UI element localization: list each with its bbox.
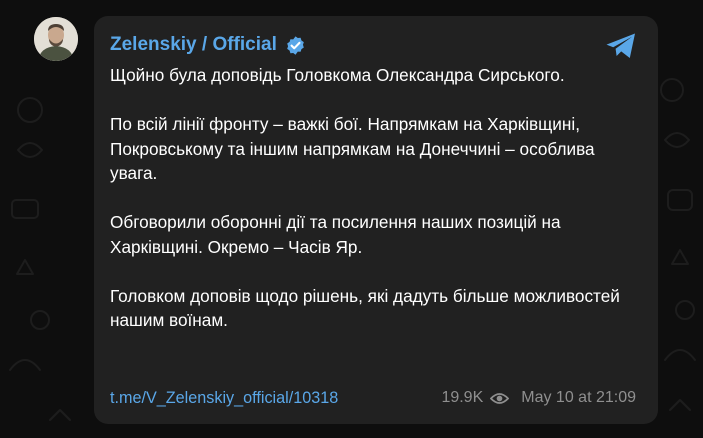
eye-icon <box>490 392 510 404</box>
post-paragraph: Головком доповів щодо рішень, які дадуть… <box>110 285 620 331</box>
post-text: Щойно була доповідь Головкома Олександра… <box>110 63 645 333</box>
channel-name-text[interactable]: Zelenskiy / Official <box>110 34 277 56</box>
verified-badge-icon <box>287 35 304 55</box>
avatar-portrait-icon <box>34 17 78 61</box>
channel-title[interactable]: Zelenskiy / Official <box>110 34 306 56</box>
telegram-share-icon[interactable] <box>605 32 637 60</box>
post-link[interactable]: t.me/V_Zelenskiy_official/10318 <box>110 389 338 408</box>
channel-avatar[interactable] <box>34 17 78 61</box>
post-paragraph: Щойно була доповідь Головкома Олександра… <box>110 65 565 85</box>
post-meta: 19.9K May 10 at 21:09 <box>441 389 636 407</box>
post-paragraph: Обговорили оборонні дії та посилення наш… <box>110 212 561 257</box>
channel-post-card: Zelenskiy / Official Щойно була доповідь… <box>94 16 658 424</box>
post-timestamp: May 10 at 21:09 <box>521 389 636 406</box>
view-count: 19.9K <box>441 389 484 406</box>
post-footer: t.me/V_Zelenskiy_official/10318 19.9K Ma… <box>110 386 636 410</box>
post-paragraph: По всій лінії фронту – важкі бої. Напрям… <box>110 114 595 183</box>
